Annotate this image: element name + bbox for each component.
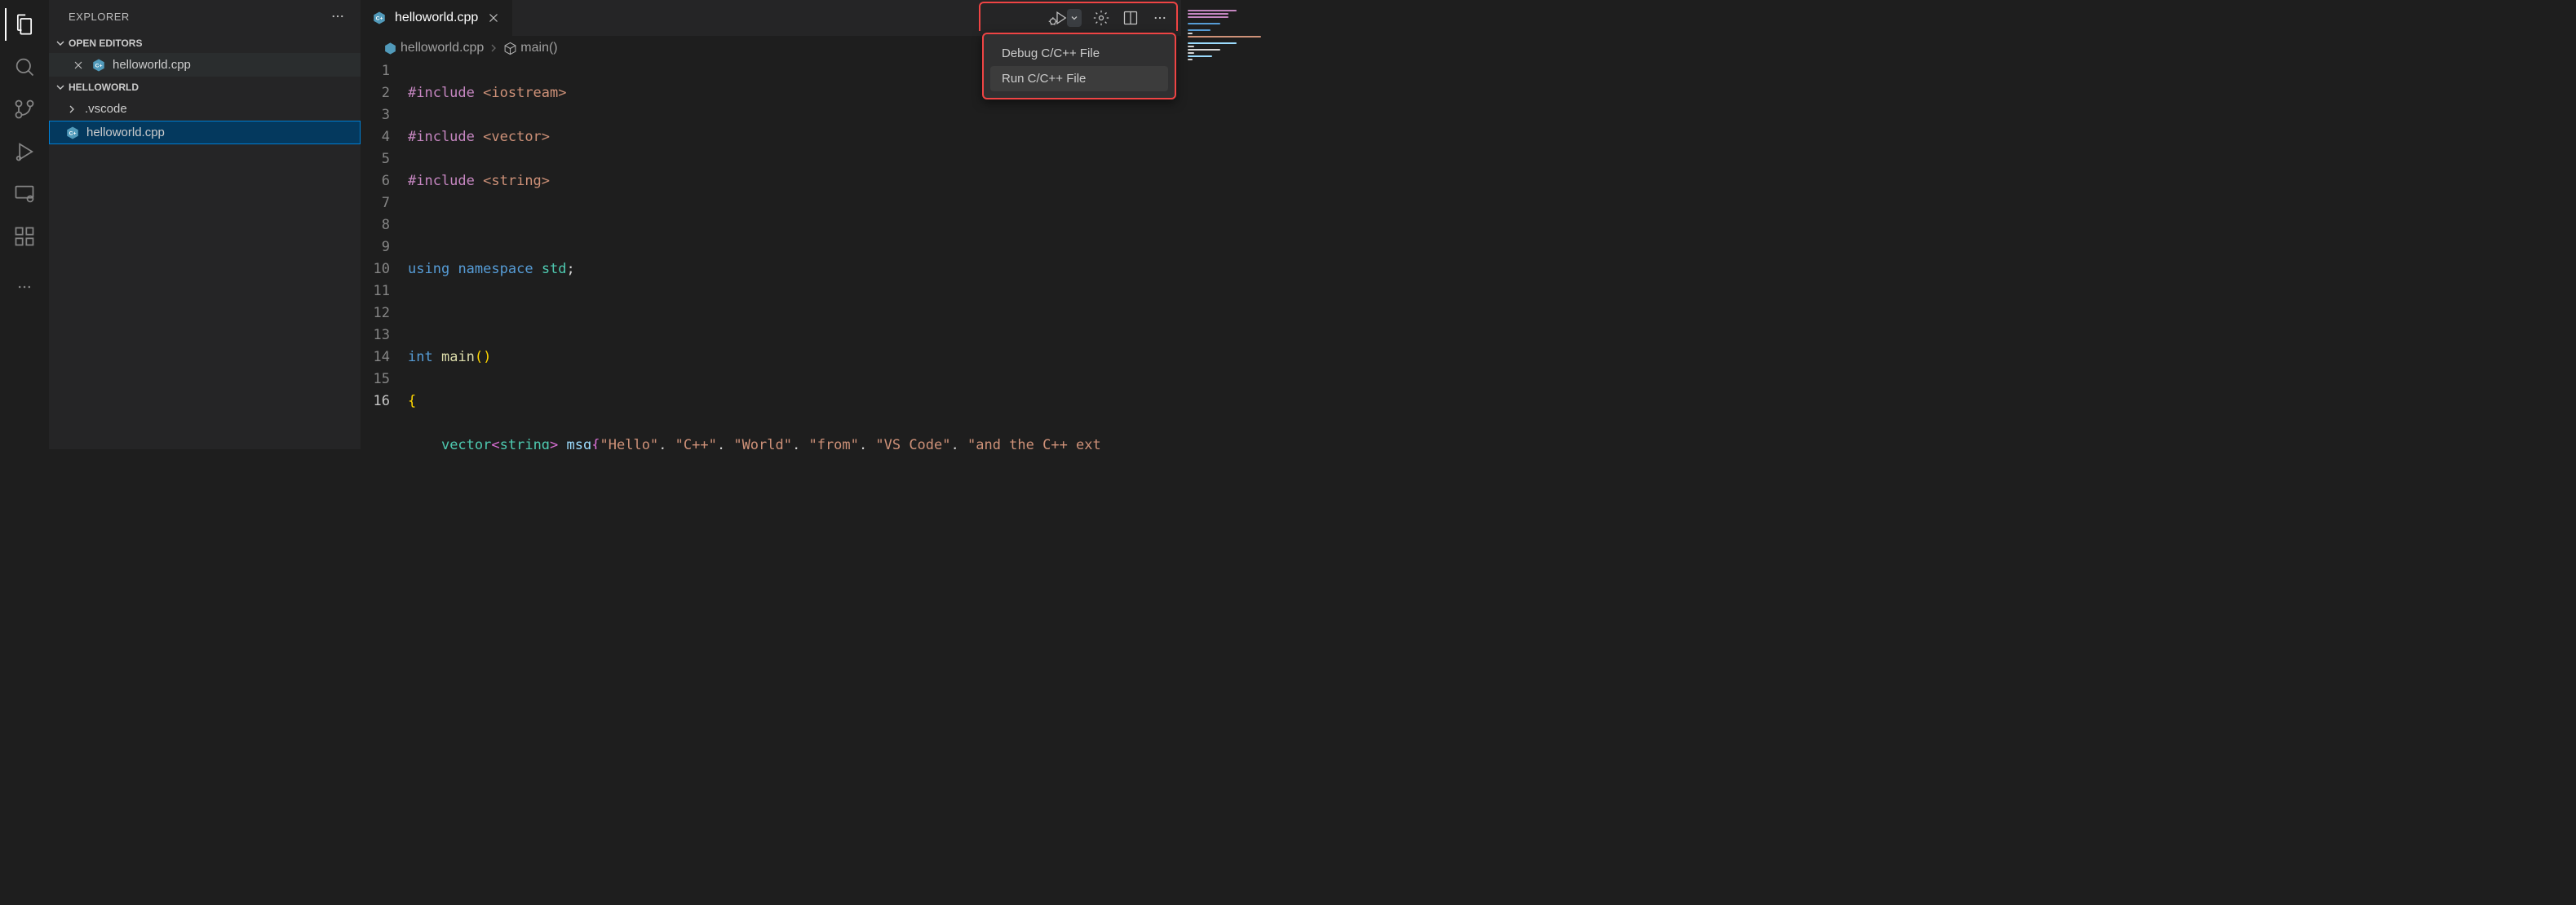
cpp-file-icon (383, 42, 397, 55)
folder-label: HELLOWORLD (69, 82, 139, 93)
search-activity-icon[interactable] (5, 51, 44, 83)
line-gutter: 1 2 3 4 5 6 7 8 9 10 11 12 13 14 15 16 (361, 60, 408, 449)
cpp-file-icon: C+ (65, 126, 80, 140)
code-editor[interactable]: 1 2 3 4 5 6 7 8 9 10 11 12 13 14 15 16 #… (361, 60, 1181, 449)
close-icon[interactable] (72, 59, 85, 72)
svg-text:C+: C+ (376, 15, 383, 21)
sidebar-header: EXPLORER (49, 0, 361, 33)
breadcrumb-symbol[interactable]: main() (520, 41, 557, 55)
sidebar-title: EXPLORER (69, 11, 130, 23)
cpp-file-icon: C+ (372, 11, 387, 25)
settings-gear-icon[interactable] (1090, 7, 1113, 29)
editor-more-icon[interactable] (1149, 7, 1171, 29)
explorer-sidebar: EXPLORER OPEN EDITORS C+ helloworld.cpp … (49, 0, 361, 449)
chevron-down-icon (54, 81, 67, 94)
source-control-activity-icon[interactable] (5, 93, 44, 126)
run-dropdown-menu: Debug C/C++ File Run C/C++ File (982, 33, 1176, 99)
run-debug-activity-icon[interactable] (5, 135, 44, 168)
folder-item-vscode[interactable]: .vscode (49, 97, 361, 121)
minimap[interactable] (1181, 0, 1271, 449)
split-editor-icon[interactable] (1119, 7, 1142, 29)
chevron-right-icon (65, 103, 78, 116)
debug-file-option[interactable]: Debug C/C++ File (990, 41, 1168, 66)
run-dropdown-chevron[interactable] (1067, 9, 1082, 27)
file-item-helloworld[interactable]: C+ helloworld.cpp (49, 121, 361, 144)
more-activity-icon[interactable] (5, 271, 44, 303)
chevron-down-icon (54, 37, 67, 50)
svg-text:C+: C+ (95, 63, 103, 68)
folder-section[interactable]: HELLOWORLD (49, 77, 361, 97)
run-file-option[interactable]: Run C/C++ File (990, 66, 1168, 91)
open-editor-item[interactable]: C+ helloworld.cpp (49, 53, 361, 77)
open-editors-label: OPEN EDITORS (69, 38, 142, 49)
sidebar-more-icon[interactable] (326, 5, 349, 28)
extensions-activity-icon[interactable] (5, 220, 44, 253)
editor-area: C+ helloworld.cpp (361, 0, 1271, 449)
svg-text:C+: C+ (69, 130, 77, 136)
open-editor-filename: helloworld.cpp (113, 58, 191, 72)
tab-filename: helloworld.cpp (395, 11, 478, 25)
tab-bar: C+ helloworld.cpp (361, 0, 1181, 36)
activity-bar (0, 0, 49, 449)
code-content[interactable]: #include <iostream> #include <vector> #i… (408, 60, 1181, 449)
run-debug-button[interactable] (1046, 7, 1069, 29)
close-icon[interactable] (486, 11, 501, 25)
breadcrumb-file[interactable]: helloworld.cpp (401, 41, 484, 55)
explorer-activity-icon[interactable] (5, 8, 44, 41)
open-editors-section[interactable]: OPEN EDITORS (49, 33, 361, 53)
cpp-file-icon: C+ (91, 58, 106, 73)
chevron-right-icon (487, 42, 500, 55)
folder-item-label: .vscode (85, 102, 127, 116)
file-item-label: helloworld.cpp (86, 126, 165, 139)
cube-icon (503, 42, 517, 55)
remote-activity-icon[interactable] (5, 178, 44, 210)
tab-helloworld[interactable]: C+ helloworld.cpp (361, 0, 513, 36)
